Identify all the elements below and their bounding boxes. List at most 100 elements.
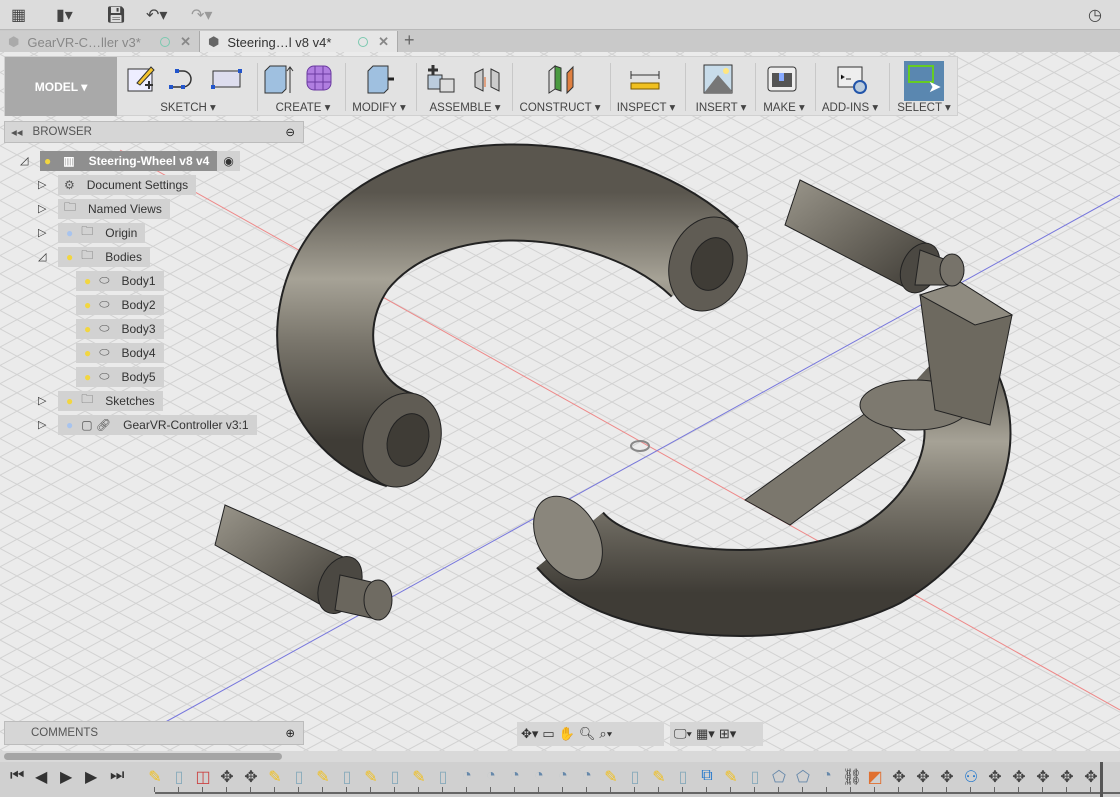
lightbulb-icon[interactable]: ● <box>66 226 73 240</box>
look-at-icon[interactable]: ▭ <box>542 726 554 742</box>
undo-icon[interactable]: ↶▾ <box>146 5 167 25</box>
timeline-fillet-icon[interactable]: ◔ <box>482 767 500 785</box>
timeline-shell-icon[interactable]: ⧉ <box>698 767 716 785</box>
addins-menu[interactable]: ADD-INS ▾ <box>816 100 884 114</box>
new-component-icon[interactable] <box>425 63 457 95</box>
expand-triangle-icon[interactable]: ▷ <box>38 178 46 191</box>
timeline-extrude-icon[interactable]: ▯ <box>626 767 644 786</box>
press-pull-icon[interactable] <box>364 63 396 95</box>
timeline-sketch-icon[interactable]: ✎ <box>722 767 740 786</box>
select-menu[interactable]: SELECT ▾ <box>890 100 958 114</box>
assemble-menu[interactable]: ASSEMBLE ▾ <box>417 100 513 114</box>
timeline-move-icon[interactable]: ✥ <box>890 767 908 786</box>
zoom-icon[interactable]: 🔍︎ <box>579 726 596 742</box>
timeline-chamfer-icon[interactable]: ⬠ <box>794 767 812 786</box>
close-icon[interactable]: ✕ <box>378 34 389 50</box>
lightbulb-icon[interactable]: ● <box>66 250 73 264</box>
tree-item[interactable]: ▷ ● 🗀︎ Origin <box>38 222 146 243</box>
expand-triangle-icon[interactable]: ◿ <box>20 154 28 167</box>
tree-item[interactable]: ◿ ● 🗀︎ Bodies <box>38 246 150 267</box>
timeline-move-icon[interactable]: ✥ <box>242 767 260 786</box>
rectangle-icon[interactable] <box>211 63 243 95</box>
activate-radio-icon[interactable]: ◉ <box>217 150 240 171</box>
tree-item[interactable]: ● ⬭ Body3 <box>76 318 164 339</box>
collapse-triangle-icon[interactable]: ◿ <box>38 250 46 263</box>
step-forward-icon[interactable]: ▶ <box>85 767 97 787</box>
timeline-move-icon[interactable]: ✥ <box>1058 767 1076 786</box>
timeline-sketch-icon[interactable]: ✎ <box>266 767 284 786</box>
sketch-menu[interactable]: SKETCH ▾ <box>119 100 257 114</box>
timeline-combine-icon[interactable]: ◩ <box>866 767 884 786</box>
go-to-start-icon[interactable]: ⏮ <box>10 767 24 785</box>
offset-plane-icon[interactable] <box>545 63 577 95</box>
step-back-icon[interactable]: ◀ <box>35 767 47 787</box>
3d-print-icon[interactable] <box>766 63 798 95</box>
tree-item[interactable]: ● ⬭ Body2 <box>76 294 164 315</box>
timeline-extrude-icon[interactable]: ▯ <box>674 767 692 786</box>
tab-gearvr[interactable]: ⬢ GearVR-C…ller v3* ✕ <box>0 31 200 53</box>
new-tab-button[interactable]: + <box>404 30 415 51</box>
timeline-extrude-icon[interactable]: ▯ <box>434 767 452 786</box>
timeline-fillet-icon[interactable]: ◔ <box>578 767 596 785</box>
display-settings-icon[interactable]: 🖵▾ <box>674 726 692 742</box>
lightbulb-icon[interactable]: ● <box>84 370 91 384</box>
timeline-extrude-icon[interactable]: ▯ <box>746 767 764 786</box>
select-group[interactable]: ➤ SELECT ▾ <box>890 57 958 116</box>
lightbulb-icon[interactable]: ● <box>66 418 73 432</box>
timeline-fillet-icon[interactable]: ◔ <box>458 767 476 785</box>
timeline-move-icon[interactable]: ✥ <box>1082 767 1100 786</box>
sketch-group[interactable]: SKETCH ▾ <box>119 57 257 116</box>
scripts-addins-icon[interactable] <box>836 63 868 95</box>
tree-item[interactable]: ▷ 🗀︎ Named Views <box>38 198 170 219</box>
modify-group[interactable]: MODIFY ▾ <box>346 57 412 116</box>
insert-image-icon[interactable] <box>702 63 734 95</box>
pan-hand-icon[interactable]: ✋ <box>559 726 575 742</box>
addins-group[interactable]: ADD-INS ▾ <box>816 57 884 116</box>
timeline-move-icon[interactable]: ✥ <box>914 767 932 786</box>
scrollbar-thumb[interactable] <box>4 753 282 760</box>
grid-menu-icon[interactable]: ▦ <box>11 5 26 25</box>
line-arc-icon[interactable] <box>167 63 199 95</box>
expand-triangle-icon[interactable]: ▷ <box>38 226 46 239</box>
construct-menu[interactable]: CONSTRUCT ▾ <box>513 100 607 114</box>
tab-steering[interactable]: ⬢ Steering…l v8 v4* ✕ <box>200 31 398 53</box>
assemble-group[interactable]: ASSEMBLE ▾ <box>417 57 513 116</box>
timeline-extrude-icon[interactable]: ▯ <box>338 767 356 786</box>
close-icon[interactable]: ✕ <box>180 34 191 50</box>
workspace-switcher[interactable]: MODEL ▾ <box>5 57 117 116</box>
tree-item[interactable]: ▷ ● ▢ 🔗︎ GearVR-Controller v3:1 <box>38 414 257 435</box>
timeline-form-icon[interactable]: ◫ <box>194 767 212 786</box>
timeline-extrude-icon[interactable]: ▯ <box>386 767 404 786</box>
minimize-icon[interactable]: ⊖ <box>285 125 295 139</box>
timeline-fillet-icon[interactable]: ◔ <box>506 767 524 785</box>
lightbulb-icon[interactable]: ● <box>84 298 91 312</box>
lightbulb-icon[interactable]: ● <box>84 346 91 360</box>
create-sketch-icon[interactable] <box>125 63 157 95</box>
timeline-fillet-icon[interactable]: ◔ <box>530 767 548 785</box>
timeline-marker[interactable] <box>1100 762 1103 797</box>
expand-triangle-icon[interactable]: ▷ <box>38 418 46 431</box>
timeline-move-icon[interactable]: ✥ <box>986 767 1004 786</box>
add-comment-icon[interactable]: ⊕ <box>285 726 295 740</box>
horizontal-scrollbar[interactable] <box>0 751 1120 762</box>
orbit-icon[interactable]: ✥▾ <box>521 726 538 742</box>
timeline-joint-icon[interactable]: ⛓ <box>842 767 862 786</box>
timeline-move-icon[interactable]: ✥ <box>938 767 956 786</box>
construct-group[interactable]: CONSTRUCT ▾ <box>513 57 607 116</box>
timeline-sketch-icon[interactable]: ✎ <box>362 767 380 786</box>
make-menu[interactable]: MAKE ▾ <box>756 100 812 114</box>
insert-menu[interactable]: INSERT ▾ <box>686 100 756 114</box>
timeline-move-icon[interactable]: ✥ <box>1034 767 1052 786</box>
fit-icon[interactable]: ⌕▾ <box>599 726 612 742</box>
tree-item[interactable]: ● ⬭ Body1 <box>76 270 164 291</box>
viewports-icon[interactable]: ⊞▾ <box>719 726 736 742</box>
tree-item[interactable]: ▷ ⚙ Document Settings <box>38 174 197 195</box>
create-menu[interactable]: CREATE ▾ <box>258 100 348 114</box>
grid-settings-icon[interactable]: ▦▾ <box>696 726 715 742</box>
tree-item[interactable]: ▷ ● 🗀︎ Sketches <box>38 390 163 411</box>
expand-triangle-icon[interactable]: ▷ <box>38 202 46 215</box>
create-group[interactable]: CREATE ▾ <box>258 57 348 116</box>
form-icon[interactable] <box>304 63 336 95</box>
timeline-fillet-icon[interactable]: ◔ <box>554 767 572 785</box>
extrude-icon[interactable] <box>262 63 294 95</box>
